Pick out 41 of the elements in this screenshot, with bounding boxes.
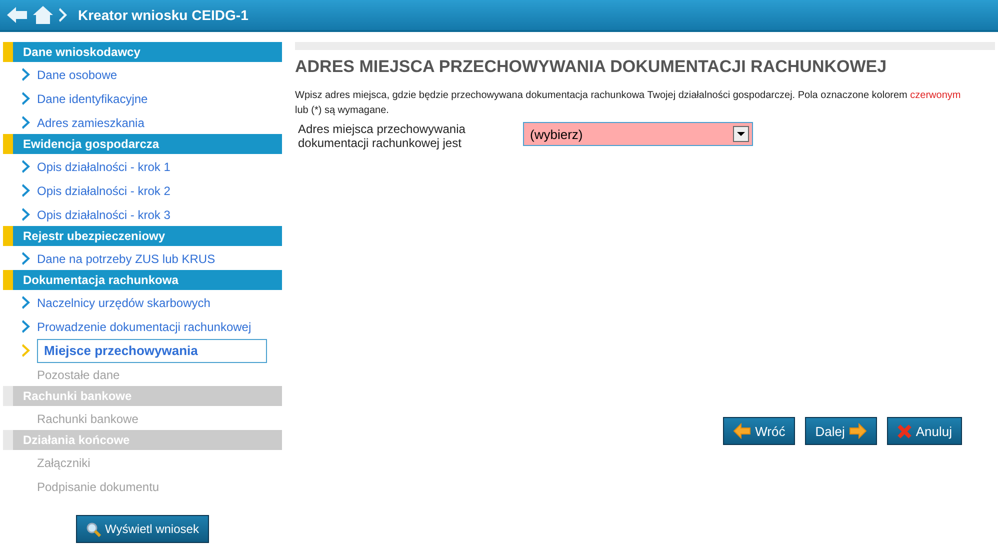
address-select[interactable]: (wybierz) (523, 122, 753, 146)
window-title: Kreator wniosku CEIDG-1 (78, 7, 248, 23)
field-label: Adres miejsca przechowywania dokumentacji rachunkowej jest (298, 122, 466, 150)
chevron-icon (22, 252, 31, 265)
nav-link[interactable]: Prowadzenie dokumentacji rachunkowej (37, 320, 252, 334)
cancel-button[interactable]: Anuluj (886, 417, 962, 445)
chevron-icon (22, 296, 31, 309)
dropdown-icon[interactable] (733, 126, 749, 142)
next-button[interactable]: Dalej (805, 417, 877, 445)
chevron-icon (22, 92, 31, 105)
chevron-icon (22, 344, 31, 357)
nav-link[interactable]: Dane identyfikacyjne (37, 92, 148, 106)
chevron-icon (58, 7, 68, 23)
chevron-icon (22, 184, 31, 197)
nav-link[interactable]: Dane osobowe (37, 68, 118, 82)
nav-link[interactable]: Naczelnicy urzędów skarbowych (37, 296, 210, 310)
close-icon (896, 424, 912, 438)
nav-link[interactable]: Opis działalności - krok 3 (37, 208, 170, 222)
section-header: Dokumentacja rachunkowa (3, 270, 282, 290)
chevron-icon (22, 160, 31, 173)
section-header: Rejestr ubezpieczeniowy (3, 226, 282, 246)
left-arrow-icon (733, 423, 752, 439)
intro-text: Wpisz adres miejsca, gdzie będzie przechowywana dokumentacja rachunkowa Twojej działalności gospodarczej. Pola oznaczone kolorem czerwonym lub (*) są wymagane. (295, 89, 962, 118)
page-heading: ADRES MIEJSCA PRZECHOWYWANIA DOKUMENTACJI RACHUNKOWEJ (295, 57, 888, 77)
right-arrow-icon (848, 423, 867, 439)
preview-button[interactable]: Wyświetl wniosek (76, 515, 209, 543)
section-header: Ewidencja gospodarcza (3, 134, 282, 154)
section-header: Dane wnioskodawcy (3, 42, 282, 62)
back-button[interactable]: Wróć (723, 417, 796, 445)
nav-link[interactable]: Miejsce przechowywania (37, 338, 267, 362)
nav-link[interactable]: Opis działalności - krok 1 (37, 160, 170, 174)
nav-link[interactable]: Dane na potrzeby ZUS lub KRUS (37, 252, 216, 266)
nav-link[interactable]: Opis działalności - krok 2 (37, 184, 170, 198)
chevron-icon (22, 208, 31, 221)
back-arrow-icon[interactable] (6, 6, 28, 24)
search-icon (86, 522, 102, 536)
chevron-icon (22, 320, 31, 333)
chevron-icon (22, 116, 31, 129)
nav-link[interactable]: Adres zamieszkania (37, 116, 144, 130)
home-icon[interactable] (32, 5, 54, 25)
chevron-icon (22, 68, 31, 81)
